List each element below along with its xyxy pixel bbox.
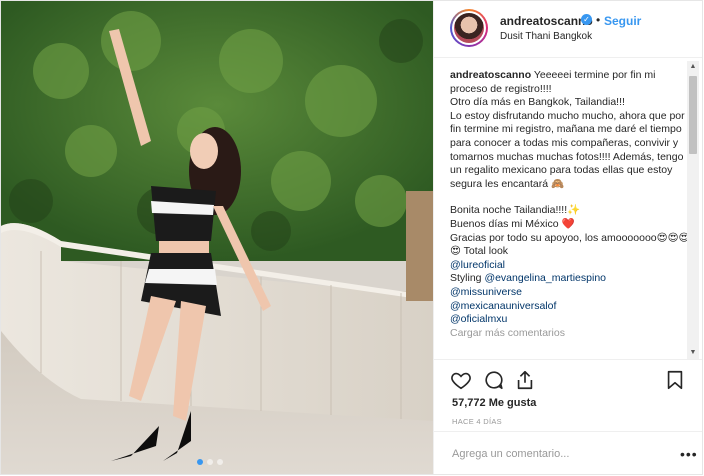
post-timestamp[interactable]: HACE 4 DÍAS — [452, 417, 502, 426]
load-more-comments[interactable]: Cargar más comentarios — [450, 327, 690, 341]
styling-label: Styling — [450, 272, 485, 285]
share-icon[interactable] — [514, 369, 536, 391]
post-side-panel: andreatoscanno ✓ • Seguir Dusit Thani Ba… — [433, 1, 702, 474]
location-link[interactable]: Dusit Thani Bangkok — [500, 31, 592, 42]
comment-icon[interactable] — [483, 369, 505, 391]
carousel-dot — [217, 459, 223, 465]
mention-link[interactable]: @lureoficial — [450, 259, 505, 271]
photo-illustration — [1, 1, 433, 474]
avatar[interactable] — [450, 9, 488, 47]
caption: andreatoscanno Yeeeeei termine por fin m… — [450, 69, 690, 359]
caption-username[interactable]: andreatoscanno — [450, 69, 531, 81]
mention-link[interactable]: @missuniverse — [450, 286, 522, 298]
mention-link[interactable]: @oficialmxu — [450, 313, 507, 325]
post-photo[interactable] — [1, 1, 433, 474]
scroll-thumb[interactable] — [689, 76, 697, 154]
like-count[interactable]: 57,772 Me gusta — [452, 397, 536, 409]
comment-box: ••• — [434, 431, 702, 474]
mention-link[interactable]: @mexicanauniversalof — [450, 300, 556, 312]
more-options-icon[interactable]: ••• — [680, 446, 698, 462]
heart-icon[interactable] — [450, 369, 472, 391]
caption-text: Yeeeeei termine por fin mi proceso de re… — [450, 69, 685, 190]
follow-button[interactable]: Seguir — [604, 14, 641, 28]
username-link[interactable]: andreatoscanno — [500, 14, 593, 28]
mention-link[interactable]: @evangelina_martiespino — [484, 272, 606, 284]
comment-input[interactable] — [452, 446, 682, 462]
caption-text-2: Bonita noche Tailandia!!!!✨ Buenos días … — [450, 204, 690, 258]
carousel-dot — [197, 459, 203, 465]
bookmark-icon[interactable] — [664, 369, 686, 391]
caption-scrollbar[interactable]: ▲ ▼ — [687, 61, 699, 359]
post-header: andreatoscanno ✓ • Seguir Dusit Thani Ba… — [434, 1, 702, 58]
verified-badge-icon: ✓ — [581, 14, 592, 25]
post-actions: 57,772 Me gusta HACE 4 DÍAS — [434, 359, 702, 429]
scroll-down-arrow-icon[interactable]: ▼ — [687, 347, 699, 359]
post-dialog: andreatoscanno ✓ • Seguir Dusit Thani Ba… — [0, 0, 703, 475]
carousel-dot — [207, 459, 213, 465]
header-separator: • — [596, 13, 601, 27]
carousel-indicator — [197, 459, 223, 465]
scroll-up-arrow-icon[interactable]: ▲ — [687, 61, 699, 73]
